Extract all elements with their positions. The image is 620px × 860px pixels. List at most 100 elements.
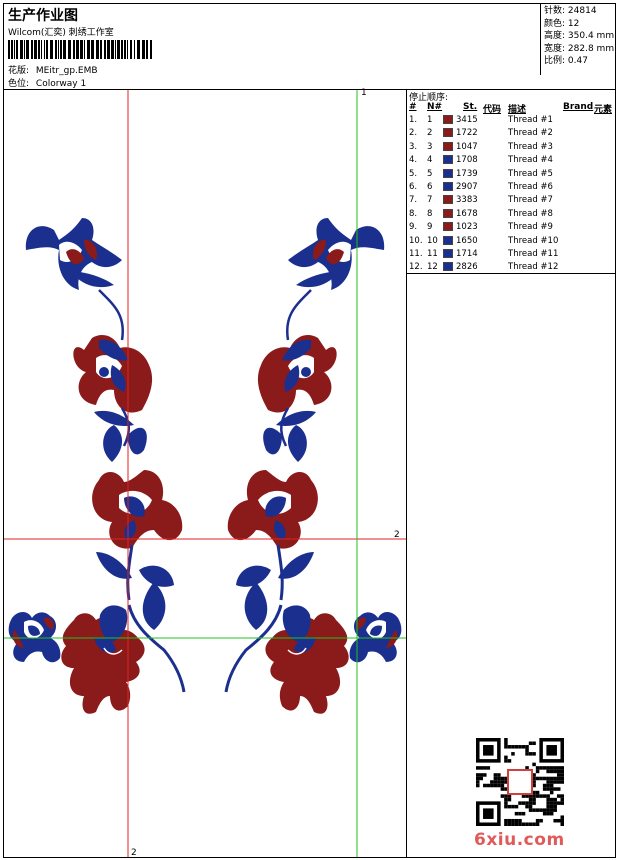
thread-color-swatch [443, 155, 453, 165]
colorway-value: Colorway 1 [35, 79, 87, 89]
thread-color-swatch [443, 222, 453, 232]
row-description: Thread #4 [508, 155, 553, 166]
row-description: Thread #7 [508, 195, 553, 206]
row-description: Thread #5 [508, 168, 553, 179]
thread-row: 1. 1 3415 Thread #1 [407, 115, 615, 128]
thread-color-swatch [443, 128, 453, 138]
thread-row: 7. 7 3383 Thread #7 [407, 195, 615, 208]
row-seq: 11. [409, 249, 423, 259]
row-stitches: 1708 [456, 155, 478, 166]
thread-row: 2. 2 1722 Thread #2 [407, 128, 615, 141]
row-n: 9 [427, 222, 433, 233]
stats-box: 针数: 24814 颜色: 12 高度: 350.4 mm 宽度: 282.8 … [540, 3, 616, 75]
row-seq: 12. [409, 262, 423, 273]
row-description: Thread #12 [508, 262, 559, 273]
row-seq: 8. [409, 208, 418, 219]
row-stitches: 3415 [456, 115, 478, 125]
panel-divider [407, 273, 616, 274]
row-seq: 6. [409, 182, 418, 192]
barcode-icon [8, 40, 152, 59]
embroidery-preview [4, 90, 406, 857]
thread-row: 11. 11 1714 Thread #11 [407, 249, 615, 262]
row-n: 11 [427, 249, 438, 259]
row-n: 3 [427, 141, 433, 152]
colorway-label: 色位: [8, 79, 30, 89]
design-info: 花版: MEitr_gp.EMB [8, 63, 98, 76]
thread-color-swatch [443, 141, 453, 151]
row-description: Thread #6 [508, 182, 553, 192]
row-seq: 3. [409, 141, 418, 152]
design-value: MEitr_gp.EMB [35, 66, 98, 76]
thread-row: 5. 5 1739 Thread #5 [407, 168, 615, 182]
watermark: 6xiu.com [474, 830, 565, 850]
row-n: 2 [427, 128, 433, 139]
col-seq: # [409, 102, 417, 112]
row-stitches: 1023 [456, 222, 478, 233]
stat-stitches: 针数: 24814 [544, 6, 597, 16]
thread-row: 10. 10 1650 Thread #10 [407, 235, 615, 249]
row-n: 10 [427, 235, 438, 246]
stat-scale: 比例: 0.47 [544, 56, 588, 67]
row-n: 12 [427, 262, 438, 273]
stat-height: 高度: 350.4 mm [544, 31, 615, 42]
row-stitches: 1650 [456, 235, 478, 246]
row-stitches: 2826 [456, 262, 478, 273]
col-code: 代码 [483, 105, 502, 115]
row-stitches: 1047 [456, 141, 478, 152]
row-n: 1 [427, 115, 433, 125]
row-seq: 2. [409, 128, 418, 139]
row-n: 5 [427, 168, 433, 179]
row-description: Thread #10 [508, 235, 559, 246]
col-element: 元素 [594, 105, 613, 115]
thread-color-swatch [443, 249, 453, 258]
thread-row: 9. 9 1023 Thread #9 [407, 222, 615, 235]
row-description: Thread #2 [508, 128, 553, 139]
stat-width: 宽度: 282.8 mm [544, 43, 615, 54]
row-stitches: 1739 [456, 168, 478, 179]
row-description: Thread #9 [508, 222, 553, 233]
row-description: Thread #3 [508, 141, 553, 152]
col-n: N# [427, 102, 443, 112]
col-description: 描述 [508, 105, 527, 115]
thread-color-swatch [443, 168, 453, 178]
row-n: 6 [427, 182, 433, 192]
company-name: Wilcom(汇奕) 刺绣工作室 [8, 28, 114, 38]
thread-color-swatch [443, 208, 453, 218]
stat-colors: 颜色: 12 [544, 18, 580, 29]
row-stitches: 3383 [456, 195, 478, 206]
thread-row: 3. 3 1047 Thread #3 [407, 141, 615, 155]
axis-label-2-bottom: 2 [131, 848, 137, 858]
row-stitches: 1714 [456, 249, 478, 259]
thread-color-swatch [443, 182, 453, 191]
header: 生产作业图 Wilcom(汇奕) 刺绣工作室 花版: MEitr_gp.EMB … [3, 3, 616, 90]
qr-code-icon [476, 738, 564, 826]
row-stitches: 2907 [456, 182, 478, 192]
col-brand: Brand [563, 102, 594, 112]
row-description: Thread #1 [508, 115, 553, 125]
axis-label-2-right: 2 [394, 530, 400, 540]
col-stitches: St. [463, 102, 478, 112]
page-title: 生产作业图 [8, 8, 78, 24]
row-seq: 4. [409, 155, 418, 166]
row-stitches: 1678 [456, 208, 478, 219]
row-seq: 1. [409, 115, 418, 125]
thread-color-swatch [443, 235, 453, 245]
thread-color-swatch [443, 195, 453, 205]
thread-color-swatch [443, 115, 453, 124]
row-description: Thread #8 [508, 208, 553, 219]
motif-left [7, 216, 186, 716]
row-seq: 7. [409, 195, 418, 206]
design-canvas [4, 90, 406, 857]
thread-row: 8. 8 1678 Thread #8 [407, 208, 615, 222]
row-n: 4 [427, 155, 433, 166]
row-seq: 9. [409, 222, 418, 233]
row-stitches: 1722 [456, 128, 478, 139]
row-n: 8 [427, 208, 433, 219]
axis-label-1: 1 [361, 88, 367, 98]
colorway-info: 色位: Colorway 1 [8, 76, 86, 89]
motif-right [224, 216, 403, 716]
thread-row: 6. 6 2907 Thread #6 [407, 182, 615, 195]
thread-color-swatch [443, 262, 453, 272]
thread-row: 4. 4 1708 Thread #4 [407, 155, 615, 168]
row-n: 7 [427, 195, 433, 206]
